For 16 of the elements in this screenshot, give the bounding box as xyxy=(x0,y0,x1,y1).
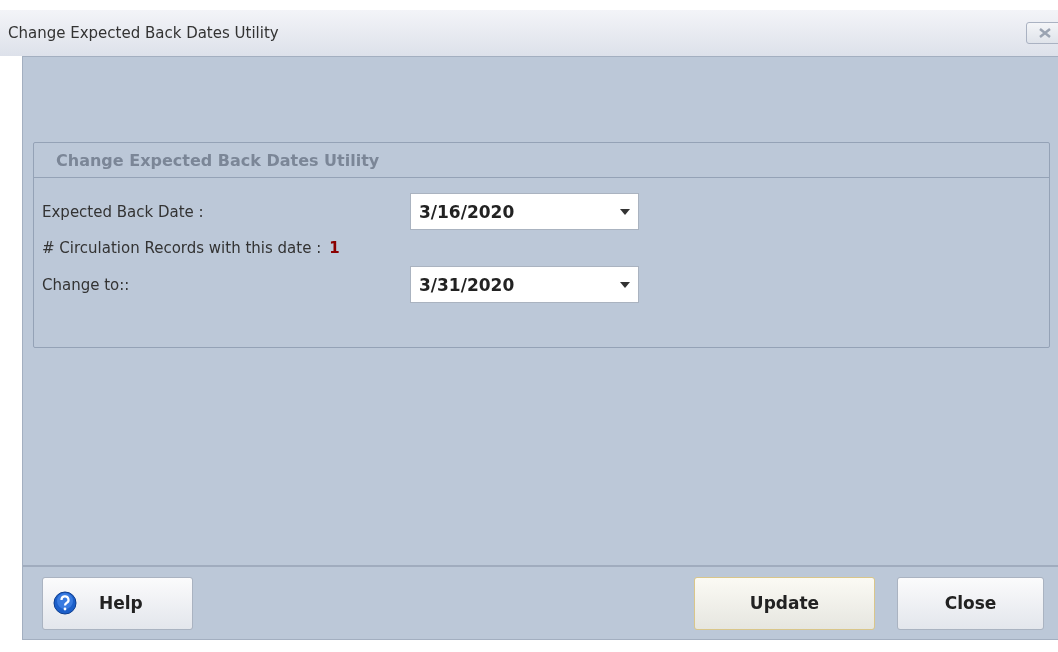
date-dropdown[interactable]: 3/31/2020 xyxy=(410,266,639,303)
help-icon xyxy=(53,591,77,615)
close-button[interactable] xyxy=(1026,22,1058,44)
dropdown-arrow-icon xyxy=(620,281,630,288)
help-button[interactable]: Help xyxy=(42,576,193,630)
field-label: # Circulation Records with this date : xyxy=(42,239,322,257)
field-label: Expected Back Date : xyxy=(42,202,205,221)
group-title: Change Expected Back Dates Utility xyxy=(34,143,1049,178)
close-dialog-button[interactable]: Close xyxy=(897,576,1044,630)
dropdown-arrow-icon xyxy=(620,208,630,215)
update-button[interactable]: Update xyxy=(694,576,875,630)
record-count: 1 xyxy=(329,239,340,257)
field-label: Change to:: xyxy=(42,275,131,294)
date-dropdown[interactable]: 3/16/2020 xyxy=(410,193,639,230)
close-icon xyxy=(1039,28,1051,38)
window-title: Change Expected Back Dates Utility xyxy=(8,24,279,42)
